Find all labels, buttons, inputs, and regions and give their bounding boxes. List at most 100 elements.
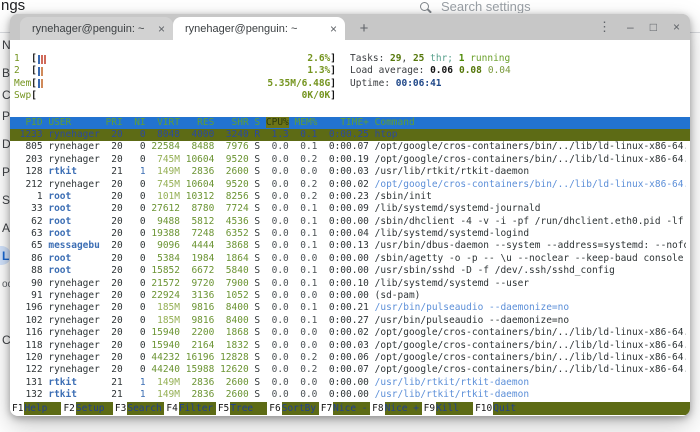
cell-time: 0:00.27 [323,315,369,326]
fkey-F5[interactable]: F5Tree [216,402,267,415]
settings-nav-item-fragment[interactable]: P [2,165,10,179]
process-row[interactable]: 91 rynehager 20 0 22924 3136 1052 S 0.0 … [14,290,686,302]
new-tab-button[interactable]: + [353,17,375,39]
tasks-count: 29 [390,53,401,64]
meter-bar [38,55,40,64]
process-row[interactable]: 196 rynehager 20 0 185M 9816 8400 S 0.0 … [14,302,686,314]
cpu-mem-meters: 1 [2.6%]2 [1.3%]Mem[5.35M/6.48G]Swp[0K/0… [14,53,336,103]
process-row[interactable]: 65 messagebu 20 0 9096 4444 3868 S 0.0 0… [14,240,686,252]
process-row[interactable]: 128 rtkit 21 1 149M 2836 2600 S 0.0 0.0 … [14,166,686,178]
cell-user: root [48,216,99,227]
tab-terminal-2[interactable]: rynehager@penguin: ~ × [173,17,345,40]
process-row[interactable]: 122 rynehager 20 0 44240 15988 12620 S 0… [14,364,686,376]
cell-shr: 3240 [220,129,249,140]
fkey-F10[interactable]: F10Quit [473,402,530,415]
tab-terminal-1[interactable]: rynehager@penguin: ~ × [20,17,173,40]
cell-shr: 2600 [220,389,249,400]
process-row[interactable]: 88 root 20 0 15852 6672 5840 S 0.0 0.1 0… [14,265,686,277]
process-row[interactable]: 203 rynehager 20 0 745M 10604 9520 S 0.0… [14,154,686,166]
settings-nav-item-fragment[interactable]: L [2,249,9,263]
thread-count: 25 [413,53,424,64]
cell-virt: 44240 [151,364,180,375]
process-row[interactable]: 90 rynehager 20 0 21572 9720 7900 S 0.0 … [14,278,686,290]
cell-mem: 0.0 [295,166,318,177]
fkey-F2[interactable]: F2Setup [61,402,112,415]
cell-pid: 116 [14,327,43,338]
settings-search[interactable]: Search settings [420,0,531,13]
cell-pid: 90 [14,278,43,289]
cell-shr: 7724 [220,203,249,214]
cell-cpu: 0.0 [266,154,289,165]
window-menu-icon[interactable]: ⋮ [598,21,611,33]
settings-search-placeholder: Search settings [441,0,531,13]
process-row[interactable]: 1 root 20 0 101M 10312 8256 S 0.0 0.2 0:… [14,191,686,203]
settings-nav-item-fragment[interactable]: B [2,66,10,80]
process-row[interactable]: 118 rynehager 20 0 15940 2164 1832 S 0.0… [14,340,686,352]
cell-pid: 132 [14,389,43,400]
cell-pid: 128 [14,166,43,177]
minimize-button[interactable]: – [627,21,634,33]
cell-user: rynehager [48,179,99,190]
process-row[interactable]: 86 root 20 0 5384 1984 1864 S 0.0 0.0 0:… [14,253,686,265]
cell-pid: 86 [14,253,43,264]
maximize-button[interactable]: □ [650,21,657,33]
cell-pri: 20 [106,129,123,140]
cell-user: rynehager [48,364,99,375]
process-row[interactable]: 33 root 20 0 27612 8780 7724 S 0.0 0.1 0… [14,203,686,215]
fkey-F6[interactable]: F6SortBy [267,402,318,415]
fkey-F3[interactable]: F3Search [113,402,164,415]
cell-pri: 20 [106,179,123,190]
process-row[interactable]: 120 rynehager 20 0 44232 16196 12828 S 0… [14,352,686,364]
search-icon [420,2,429,11]
uptime-line: Uptime: 00:06:41 [350,78,511,90]
cell-user: rtkit [48,377,99,388]
tab-close-icon[interactable]: × [158,24,165,34]
cell-ni: 0 [128,315,145,326]
process-row[interactable]: 131 rtkit 21 1 149M 2836 2600 S 0.0 0.0 … [14,377,686,389]
process-row[interactable]: 102 rynehager 20 0 185M 9816 8400 S 0.0 … [14,315,686,327]
cell-ni: 0 [128,290,145,301]
process-row[interactable]: 1233 rynehager 20 0 8048 4000 3240 R 1.3… [10,129,690,141]
cell-shr: 6352 [220,228,249,239]
cell-pri: 20 [106,141,123,152]
fkey-F8[interactable]: F8Nice + [370,402,421,415]
process-row[interactable]: 132 rtkit 21 1 149M 2836 2600 S 0.0 0.0 … [14,389,686,401]
cell-command: /sbin/init [375,191,432,202]
cell-user: rynehager [48,327,99,338]
tab-close-icon[interactable]: × [330,24,337,34]
terminal-body[interactable]: 1 [2.6%]2 [1.3%]Mem[5.35M/6.48G]Swp[0K/0… [10,40,690,416]
cell-shr: 1864 [220,253,249,264]
process-table-header[interactable]: PID USER PRI NI VIRT RES SHR S CPU% MEM%… [10,117,690,129]
load-1: 0.06 [430,65,453,76]
settings-nav-item-fragment[interactable]: A [2,221,10,235]
cell-user: rynehager [48,315,99,326]
fkey-F7[interactable]: F7Nice - [319,402,370,415]
cell-cpu: 0.0 [266,166,289,177]
process-row[interactable]: 805 rynehager 20 0 22584 8488 7976 S 0.0… [14,141,686,153]
cell-res: 4000 [186,129,215,140]
cell-res: 16196 [186,352,215,363]
cell-virt: 19388 [151,228,180,239]
process-row[interactable]: 63 root 20 0 19388 7248 6352 S 0.0 0.1 0… [14,228,686,240]
cell-shr: 4536 [220,216,249,227]
cell-pid: 196 [14,302,43,313]
cell-time: 0:00.25 [323,129,369,140]
settings-nav-item-fragment[interactable]: P [2,109,10,123]
thread-label: thr; [424,53,458,64]
fkey-F9[interactable]: F9Kill [422,402,473,415]
cell-mem: 0.2 [295,364,318,375]
cell-time: 0:00.00 [323,377,369,388]
cell-res: 10604 [186,154,215,165]
fkey-F4[interactable]: F4Filter [164,402,215,415]
settings-nav-item-fragment[interactable]: S [2,193,10,207]
process-row[interactable]: 116 rynehager 20 0 15940 2200 1868 S 0.0… [14,327,686,339]
cell-virt: 9488 [151,216,180,227]
cell-cpu: 0.0 [266,352,289,363]
cell-mem: 0.1 [295,129,318,140]
fkey-F1[interactable]: F1Help [10,402,61,415]
process-row[interactable]: 62 root 20 0 9488 5812 4536 S 0.0 0.1 0:… [14,216,686,228]
process-row[interactable]: 212 rynehager 20 0 745M 10604 9520 S 0.0… [14,179,686,191]
close-button[interactable]: × [673,21,680,33]
meter-bars [37,67,307,76]
cell-command: /usr/lib/rtkit/rtkit-daemon [375,377,529,388]
